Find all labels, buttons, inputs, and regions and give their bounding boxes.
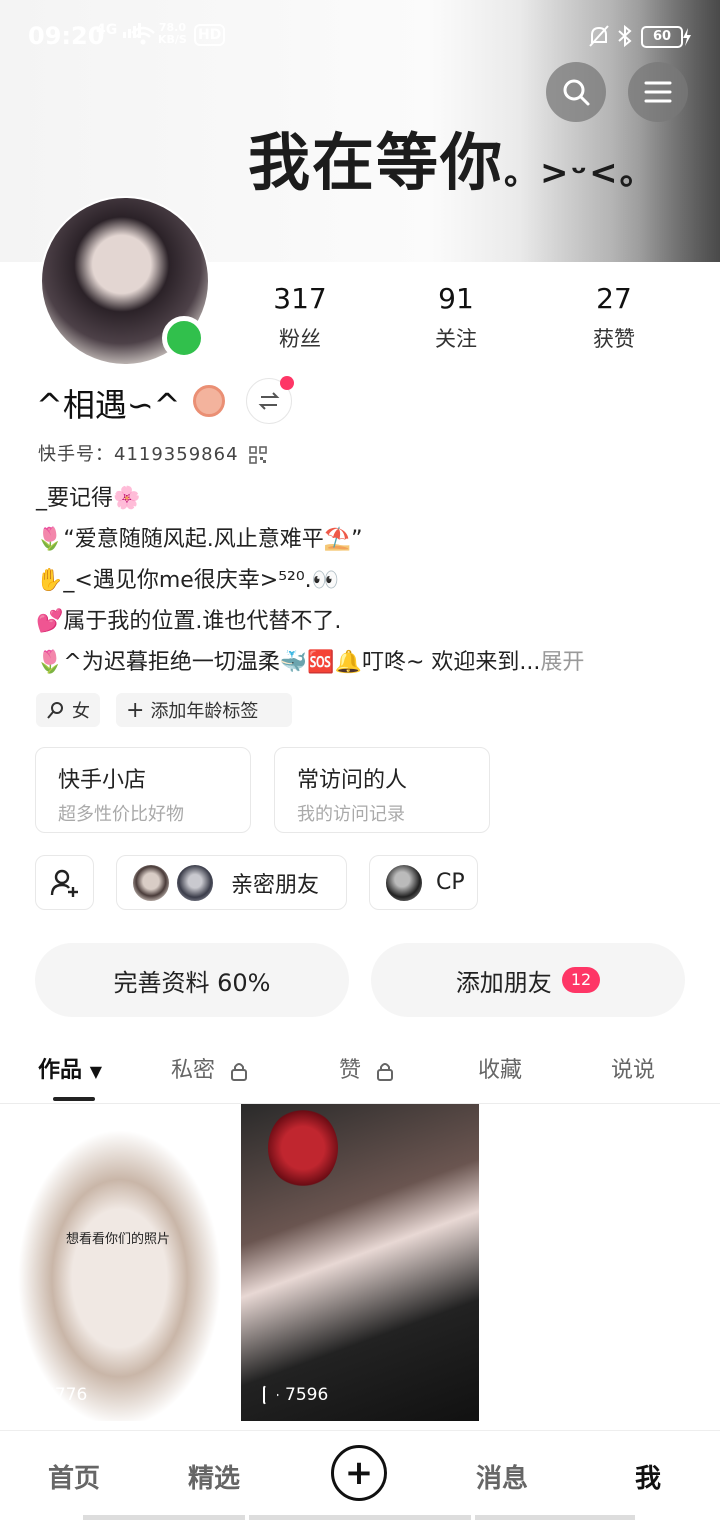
plus-icon: + bbox=[344, 1453, 374, 1493]
plus-icon: + bbox=[126, 697, 145, 723]
add-friend-chip[interactable] bbox=[35, 855, 94, 910]
stat-likes[interactable]: 27 获赞 bbox=[554, 282, 674, 353]
card-subtitle: 我的访问记录 bbox=[297, 804, 405, 825]
menu-button[interactable] bbox=[628, 62, 688, 122]
avatar bbox=[131, 862, 171, 903]
nav-indicator bbox=[475, 1515, 635, 1520]
stat-fans[interactable]: 317 粉丝 bbox=[240, 282, 360, 353]
nav-indicator bbox=[249, 1515, 471, 1520]
bluetooth-icon bbox=[618, 24, 632, 48]
tab-works[interactable]: 作品 ▼ bbox=[38, 1052, 102, 1084]
stat-label: 关注 bbox=[435, 327, 477, 351]
add-friends-label: 添加朋友 bbox=[455, 968, 552, 997]
username: ^相遇∽^ bbox=[36, 386, 181, 424]
gender-tag[interactable]: 女 bbox=[36, 693, 100, 727]
add-age-tag-button[interactable]: + 添加年龄标签 bbox=[116, 693, 292, 727]
wifi-icon bbox=[131, 26, 155, 45]
tab-likes[interactable]: 赞 bbox=[339, 1052, 394, 1084]
caret-down-icon: ▼ bbox=[89, 1062, 102, 1081]
nav-indicator bbox=[83, 1515, 245, 1520]
rose-decoration bbox=[268, 1108, 338, 1188]
bio-line: 🌷“爱意随随风起.风止意难平⛱️” bbox=[36, 527, 363, 552]
card-title: 常访问的人 bbox=[297, 768, 408, 793]
play-count: 6776 bbox=[22, 1385, 87, 1405]
video-thumbnail[interactable]: 6776 bbox=[0, 1104, 239, 1421]
complete-profile-button[interactable]: 完善资料 60% bbox=[35, 943, 349, 1017]
switch-arrows-icon bbox=[258, 392, 280, 410]
card-title: 快手小店 bbox=[58, 768, 147, 793]
play-icon bbox=[263, 1385, 279, 1405]
tab-label: 作品 bbox=[38, 1058, 83, 1083]
close-friends-label: 亲密朋友 bbox=[231, 872, 320, 898]
visitors-card[interactable]: 常访问的人 我的访问记录 bbox=[274, 747, 490, 833]
qr-code-icon[interactable] bbox=[249, 446, 268, 464]
create-post-button[interactable]: + bbox=[331, 1445, 387, 1501]
kuaishou-id[interactable]: 快手号：4119359864 bbox=[38, 440, 268, 466]
lock-icon bbox=[377, 1063, 394, 1081]
bio-line: 🌷^为迟暮拒绝一切温柔🐳🆘🔔叮咚~ 欢迎来到...展开 bbox=[36, 650, 585, 675]
thumbnail-caption: 想看看你们的照片 bbox=[66, 1232, 171, 1247]
hd-badge: HD bbox=[194, 24, 226, 46]
mute-bell-icon bbox=[589, 25, 609, 47]
status-bar: 09:20 4G 78.0 KB/S HD 60 bbox=[0, 0, 720, 72]
nav-featured[interactable]: 精选 bbox=[188, 1458, 240, 1495]
add-friends-count-badge: 12 bbox=[561, 967, 601, 993]
add-friends-button[interactable]: 添加朋友 12 bbox=[371, 943, 685, 1017]
close-friends-chip[interactable]: 亲密朋友 bbox=[116, 855, 347, 910]
tab-private[interactable]: 私密 bbox=[171, 1052, 248, 1084]
stat-value: 317 bbox=[273, 282, 327, 315]
add-person-icon bbox=[50, 869, 78, 897]
tab-favorites[interactable]: 收藏 bbox=[478, 1052, 522, 1084]
complete-profile-label: 完善资料 60% bbox=[113, 968, 271, 997]
add-age-tag-label: 添加年龄标签 bbox=[150, 701, 259, 722]
play-count: 7596 bbox=[263, 1385, 328, 1405]
stat-value: 27 bbox=[596, 282, 632, 315]
lock-icon bbox=[231, 1063, 248, 1081]
hamburger-icon bbox=[644, 81, 672, 103]
expand-bio-link[interactable]: 展开 bbox=[540, 650, 584, 675]
nav-home[interactable]: 首页 bbox=[48, 1458, 100, 1495]
stat-value: 91 bbox=[438, 282, 474, 315]
stat-following[interactable]: 91 关注 bbox=[396, 282, 516, 353]
card-subtitle: 超多性价比好物 bbox=[58, 804, 184, 825]
play-icon bbox=[22, 1385, 38, 1405]
tab-label: 赞 bbox=[339, 1058, 362, 1083]
banner-text: 我在等你。>ᵕ<。 bbox=[248, 126, 656, 199]
bio-line: ✋_<遇见你me很庆幸>⁵²⁰.👀 bbox=[36, 568, 340, 593]
kuaishou-shop-card[interactable]: 快手小店 超多性价比好物 bbox=[35, 747, 251, 833]
bio-line: _要记得🌸 bbox=[36, 486, 141, 511]
bio-line: 💕属于我的位置.谁也代替不了. bbox=[36, 609, 342, 634]
active-tab-indicator bbox=[53, 1097, 95, 1101]
cp-label: CP bbox=[436, 870, 465, 895]
tab-posts[interactable]: 说说 bbox=[611, 1052, 655, 1084]
avatar bbox=[175, 862, 215, 903]
notification-dot bbox=[280, 376, 294, 390]
status-time: 09:20 bbox=[28, 22, 105, 50]
stat-label: 获赞 bbox=[593, 327, 635, 351]
stat-label: 粉丝 bbox=[279, 327, 321, 351]
search-icon bbox=[563, 79, 590, 106]
net-speed: 78.0 KB/S bbox=[158, 21, 187, 46]
gender-tag-label: 女 bbox=[72, 701, 90, 722]
battery-icon: 60 bbox=[641, 26, 683, 48]
nav-me[interactable]: 我 bbox=[635, 1458, 661, 1495]
tab-label: 私密 bbox=[171, 1058, 216, 1083]
charging-icon bbox=[683, 28, 691, 46]
online-status-dot bbox=[162, 316, 206, 360]
level-badge-icon[interactable] bbox=[193, 385, 225, 417]
avatar bbox=[384, 862, 424, 903]
female-icon bbox=[47, 702, 63, 719]
nav-messages[interactable]: 消息 bbox=[476, 1458, 528, 1495]
cp-chip[interactable]: CP bbox=[369, 855, 478, 910]
search-button[interactable] bbox=[546, 62, 606, 122]
